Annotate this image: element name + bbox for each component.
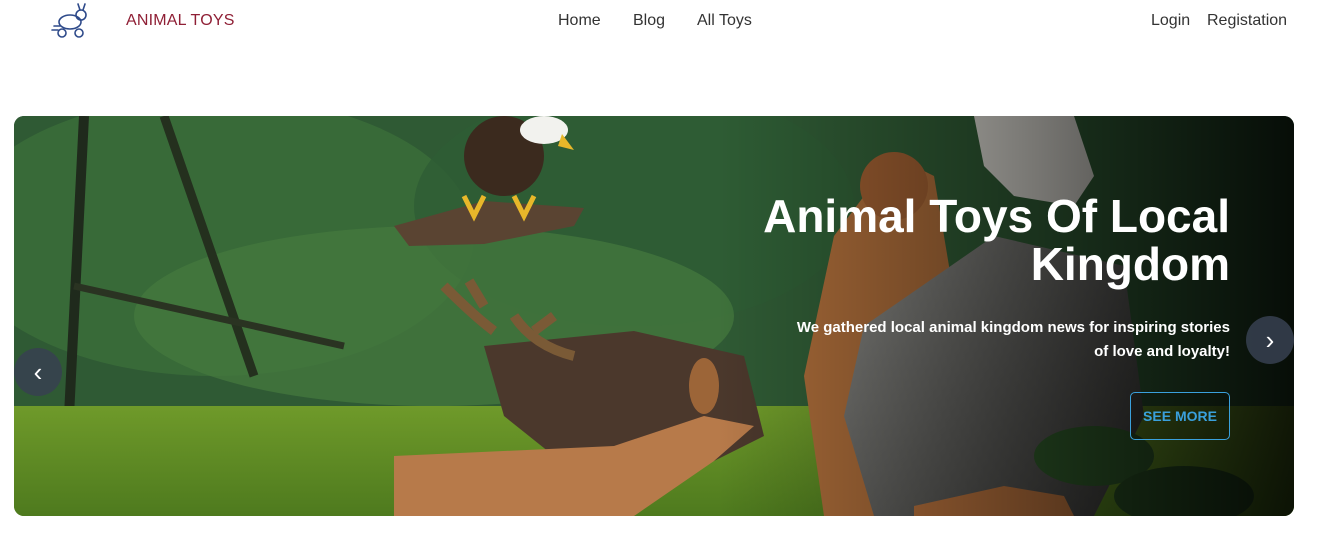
hero-carousel: Animal Toys Of Local Kingdom We gathered… [14, 116, 1294, 516]
hero-subtitle: We gathered local animal kingdom news fo… [796, 319, 1230, 360]
brand-name[interactable]: ANIMAL TOYS [126, 12, 235, 30]
navbar: ANIMAL TOYS Home Blog All Toys Login Reg… [0, 0, 1324, 44]
rabbit-logo-icon[interactable] [50, 2, 92, 40]
carousel-next-button[interactable]: › [1246, 316, 1294, 364]
hero-title: Animal Toys Of Local Kingdom [763, 190, 1230, 290]
nav-blog-link[interactable]: Blog [633, 12, 665, 30]
see-more-button[interactable]: SEE MORE [1130, 392, 1230, 440]
carousel-prev-button[interactable]: ‹ [14, 348, 62, 396]
nav-home-link[interactable]: Home [558, 12, 601, 30]
chevron-left-icon: ‹ [33, 356, 43, 387]
login-link[interactable]: Login [1151, 12, 1190, 30]
chevron-right-icon: › [1265, 324, 1275, 355]
nav-all-toys-link[interactable]: All Toys [697, 12, 752, 30]
registration-link[interactable]: Registation [1207, 12, 1287, 30]
